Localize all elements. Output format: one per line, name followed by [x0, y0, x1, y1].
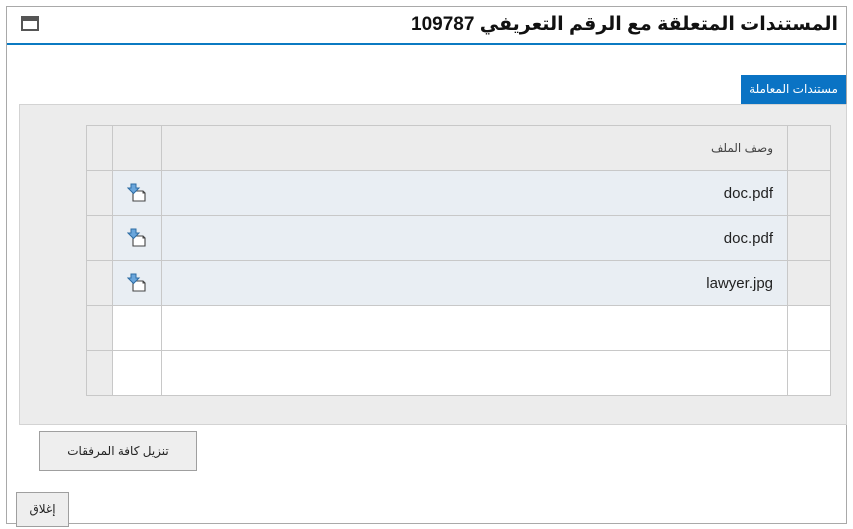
table-action-header — [112, 125, 162, 171]
table-row-empty — [86, 350, 831, 396]
table-row: doc.pdf — [86, 215, 831, 261]
download-file-icon[interactable] — [127, 228, 147, 248]
documents-panel: وصف الملف doc.pdf doc.pdf lawyer.jpg — [19, 104, 847, 425]
table-header-row: وصف الملف — [86, 125, 831, 171]
table-row: lawyer.jpg — [86, 260, 831, 306]
tab-transaction-documents[interactable]: مستندات المعاملة — [741, 75, 846, 104]
download-all-attachments-button[interactable]: تنزيل كافة المرفقات — [39, 431, 197, 471]
row-selector[interactable] — [787, 215, 831, 261]
documents-table: وصف الملف doc.pdf doc.pdf lawyer.jpg — [86, 125, 831, 396]
file-name[interactable]: doc.pdf — [161, 215, 788, 261]
download-cell[interactable] — [112, 170, 162, 216]
file-name[interactable]: doc.pdf — [161, 170, 788, 216]
table-lead-cell — [86, 125, 113, 171]
download-file-icon[interactable] — [127, 273, 147, 293]
table-row-empty — [86, 305, 831, 351]
download-file-icon[interactable] — [127, 183, 147, 203]
row-selector[interactable] — [787, 260, 831, 306]
table-row: doc.pdf — [86, 170, 831, 216]
dialog-titlebar: المستندات المتعلقة مع الرقم التعريفي 109… — [7, 7, 846, 45]
table-select-header — [787, 125, 831, 171]
file-name[interactable]: lawyer.jpg — [161, 260, 788, 306]
column-header-file-description: وصف الملف — [161, 125, 788, 171]
close-button[interactable]: إغلاق — [16, 492, 69, 527]
row-selector[interactable] — [787, 170, 831, 216]
download-cell[interactable] — [112, 260, 162, 306]
maximize-icon[interactable] — [21, 16, 39, 31]
attachments-dialog: المستندات المتعلقة مع الرقم التعريفي 109… — [6, 6, 847, 527]
dialog-title: المستندات المتعلقة مع الرقم التعريفي 109… — [411, 14, 838, 35]
download-cell[interactable] — [112, 215, 162, 261]
